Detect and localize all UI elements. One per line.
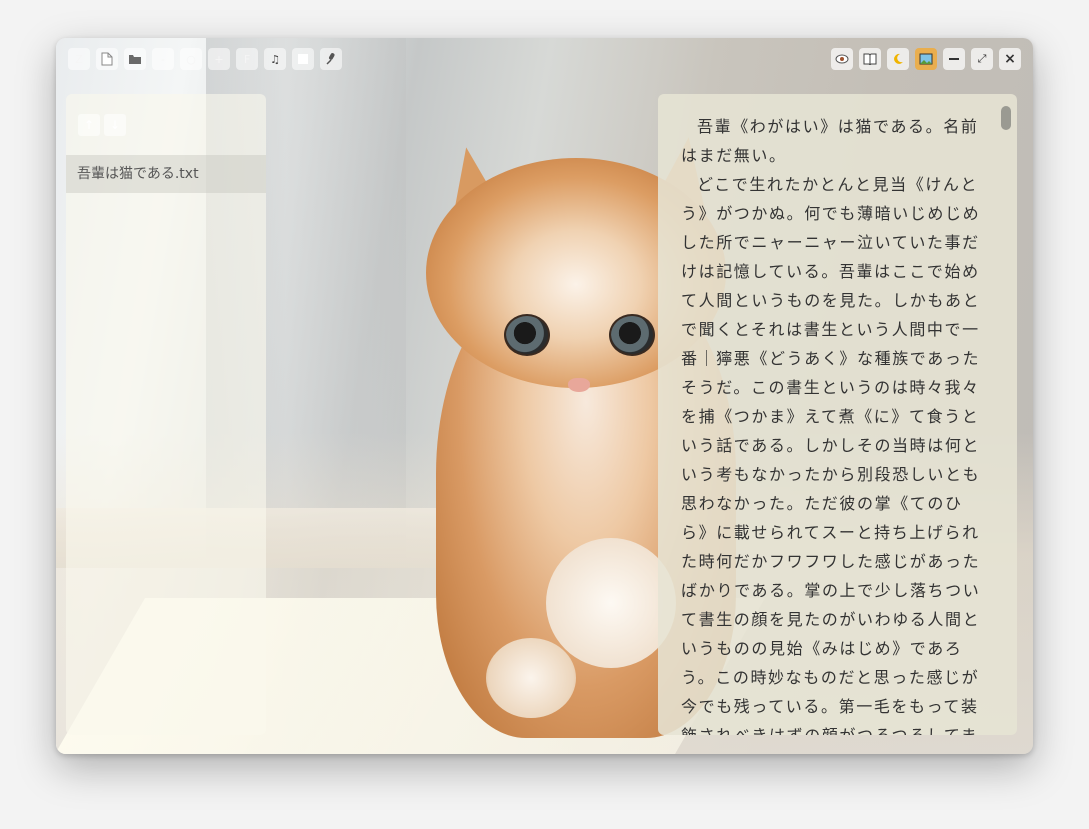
eye-icon <box>835 54 849 64</box>
night-mode-button[interactable] <box>887 48 909 70</box>
music-note-icon: ♫ <box>270 52 280 66</box>
minimize-button[interactable] <box>943 48 965 70</box>
reader-text: 吾輩《わがはい》は猫である。名前はまだ無い。 どこで生れたかとんと見当《けんとう… <box>681 112 986 735</box>
toolbar: Z - ○ + F ♫ <box>68 48 342 70</box>
close-button[interactable]: × <box>999 48 1021 70</box>
arrow-down-icon: ↓ <box>109 118 121 132</box>
kitten-right-eye-image <box>609 314 655 356</box>
reader-paragraph: 吾輩《わがはい》は猫である。名前はまだ無い。 <box>681 117 979 165</box>
eye-button[interactable] <box>831 48 853 70</box>
file-list-item[interactable]: 吾輩は猫である.txt <box>66 155 266 193</box>
scrollbar-thumb[interactable] <box>1001 106 1011 130</box>
maximize-icon: ⤢ <box>977 52 987 65</box>
folder-icon <box>129 55 141 64</box>
book-button[interactable] <box>859 48 881 70</box>
font-smaller-button[interactable]: - <box>152 48 174 70</box>
microphone-icon <box>326 53 335 65</box>
open-folder-button[interactable] <box>124 48 146 70</box>
background-image-button[interactable] <box>915 48 937 70</box>
image-icon <box>919 53 933 65</box>
window-controls: ⤢ × <box>831 48 1021 70</box>
kitten-nose-image <box>568 378 590 392</box>
arrow-up-icon: ↑ <box>83 118 95 132</box>
reader-panel[interactable]: 吾輩《わがはい》は猫である。名前はまだ無い。 どこで生れたかとんと見当《けんとう… <box>658 94 1017 735</box>
maximize-button[interactable]: ⤢ <box>971 48 993 70</box>
reader-paragraph: どこで生れたかとんと見当《けんとう》がつかぬ。何でも薄暗いじめじめした所でニャー… <box>681 175 981 735</box>
kitten-back-paw-image <box>486 638 576 718</box>
font-reset-button[interactable]: ○ <box>180 48 202 70</box>
close-icon: × <box>1004 51 1016 67</box>
stop-button[interactable] <box>292 48 314 70</box>
move-down-button[interactable]: ↓ <box>104 114 126 136</box>
music-button[interactable]: ♫ <box>264 48 286 70</box>
font-larger-button[interactable]: + <box>208 48 230 70</box>
font-button[interactable]: F <box>236 48 258 70</box>
new-file-icon <box>101 52 113 66</box>
kitten-left-eye-image <box>504 314 550 356</box>
kitten-paw-image <box>546 538 676 668</box>
new-file-button[interactable] <box>96 48 118 70</box>
file-list-panel: ↑ ↓ 吾輩は猫である.txt <box>66 94 266 735</box>
book-icon <box>863 53 877 65</box>
moon-icon <box>894 53 903 64</box>
file-nav-buttons: ↑ ↓ <box>78 114 126 136</box>
app-window: Z - ○ + F ♫ ⤢ × ↑ ↓ 吾輩は猫である.txt 吾輩《わがはい》… <box>56 38 1033 754</box>
stop-icon <box>298 54 308 64</box>
move-up-button[interactable]: ↑ <box>78 114 100 136</box>
minimize-icon <box>949 58 959 60</box>
z-button[interactable]: Z <box>68 48 90 70</box>
microphone-button[interactable] <box>320 48 342 70</box>
